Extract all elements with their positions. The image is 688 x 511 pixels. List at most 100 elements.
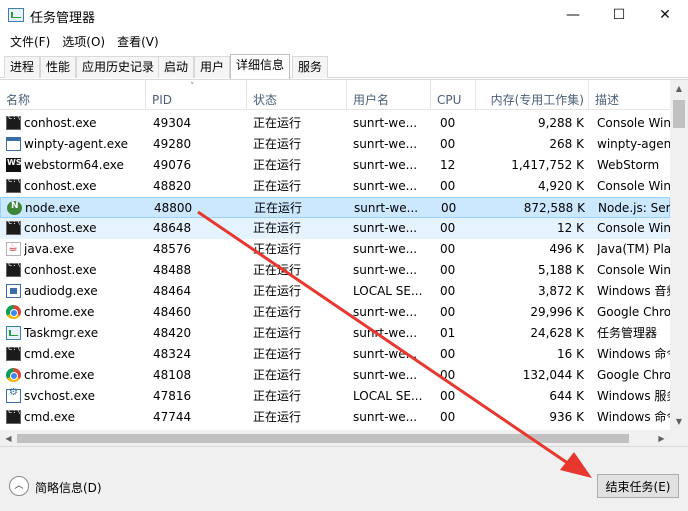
scroll-left-icon[interactable]: ◀ <box>0 430 17 446</box>
cell-pid: 48820 <box>153 179 192 193</box>
cell-pid: 48460 <box>153 305 192 319</box>
tab-users[interactable]: 用户 <box>194 56 231 78</box>
table-row[interactable]: java.exe 48576 正在运行 sunrt-we... 00 496 K Java(… <box>0 239 670 260</box>
table-row[interactable]: conhost.exe 49304 正在运行 sunrt-we... 00 9,288 K… <box>0 113 670 134</box>
horizontal-scroll-thumb[interactable] <box>17 434 629 443</box>
chrome-icon <box>6 305 21 319</box>
cell-status: 正在运行 <box>253 389 302 403</box>
horizontal-scrollbar[interactable]: ◀ ▶ <box>0 430 670 446</box>
cell-name: cmd.exe <box>24 410 76 424</box>
table-row[interactable]: conhost.exe 48488 正在运行 sunrt-we... 00 5,188 K… <box>0 260 670 281</box>
cell-memory: 268 K <box>549 137 584 151</box>
cell-user: LOCAL SE... <box>353 284 423 298</box>
tab-app-history[interactable]: 应用历史记录 <box>76 56 161 78</box>
menu-file[interactable]: 文件(F) <box>4 33 56 50</box>
menu-options[interactable]: 选项(O) <box>56 33 111 50</box>
collapse-chevron-icon[interactable]: ︿ <box>9 476 29 496</box>
tab-services[interactable]: 服务 <box>292 56 329 78</box>
column-header-cpu[interactable]: CPU <box>431 80 476 110</box>
cell-memory: 9,288 K <box>537 116 584 130</box>
cell-name: svchost.exe <box>24 389 95 403</box>
cell-name: java.exe <box>24 242 75 256</box>
cell-desc: Google Chro <box>597 368 670 382</box>
cell-cpu: 00 <box>440 284 456 298</box>
cell-status: 正在运行 <box>253 158 302 172</box>
cell-user: sunrt-we... <box>353 137 418 151</box>
cell-status: 正在运行 <box>253 137 302 151</box>
table-row[interactable]: cmd.exe 47744 正在运行 sunrt-we... 00 936 K Window… <box>0 407 670 428</box>
table-row[interactable]: audiodg.exe 48464 正在运行 LOCAL SE... 00 3,872 K… <box>0 281 670 302</box>
service-icon <box>6 387 21 403</box>
cell-desc: Console Win <box>597 179 670 193</box>
maximize-button[interactable]: ☐ <box>596 0 642 30</box>
cell-pid: 47816 <box>153 389 192 403</box>
cell-memory: 16 K <box>557 347 584 361</box>
scroll-up-icon[interactable]: ▲ <box>670 80 688 97</box>
webstorm-icon <box>6 158 22 172</box>
tab-performance[interactable]: 性能 <box>40 56 77 78</box>
cell-user: sunrt-we... <box>353 116 418 130</box>
menu-view[interactable]: 查看(V) <box>111 33 165 50</box>
cell-pid: 48420 <box>153 326 192 340</box>
cell-name: Taskmgr.exe <box>24 326 99 340</box>
column-header-name[interactable]: 名称 <box>0 80 146 110</box>
minimize-button[interactable]: — <box>550 0 596 30</box>
table-row[interactable]: cmd.exe 48324 正在运行 sunrt-we... 00 16 K Windows… <box>0 344 670 365</box>
table-row[interactable]: chrome.exe 48460 正在运行 sunrt-we... 00 29,996 K… <box>0 302 670 323</box>
taskmgr-icon <box>6 326 21 340</box>
fewer-details-link[interactable]: 简略信息(D) <box>35 479 102 496</box>
column-header-description[interactable]: 描述 <box>589 80 670 110</box>
table-row[interactable]: Taskmgr.exe 48420 正在运行 sunrt-we... 01 24,628 … <box>0 323 670 344</box>
cell-pid: 48464 <box>153 284 192 298</box>
console-icon <box>6 407 21 424</box>
scroll-right-icon[interactable]: ▶ <box>653 430 670 446</box>
column-header-pid[interactable]: PID <box>146 80 247 110</box>
cell-memory: 24,628 K <box>530 326 584 340</box>
cell-pid: 48800 <box>154 201 193 215</box>
window-title: 任务管理器 <box>30 11 96 26</box>
details-table: 名称 PID ˅ 状态 用户名 CPU 内存(专用工作集) 描述 conhost… <box>0 79 688 446</box>
cell-name: cmd.exe <box>24 347 76 361</box>
cell-name: conhost.exe <box>24 179 97 193</box>
column-header-username[interactable]: 用户名 <box>347 80 431 110</box>
task-manager-icon <box>8 8 24 22</box>
tab-startup[interactable]: 启动 <box>158 56 195 78</box>
cell-cpu: 00 <box>440 410 456 424</box>
table-row[interactable]: node.exe 48800 正在运行 sunrt-we... 00 872,588 K N… <box>0 197 671 218</box>
tab-details[interactable]: 详细信息 <box>230 54 291 79</box>
cell-memory: 5,188 K <box>537 263 584 277</box>
cell-status: 正在运行 <box>253 305 302 319</box>
cell-user: sunrt-we... <box>353 263 418 277</box>
column-header-status[interactable]: 状态 <box>247 80 347 110</box>
cell-desc: Windows 服务 <box>597 389 670 403</box>
cell-desc: Windows 音频 <box>597 284 670 298</box>
table-row[interactable]: conhost.exe 48820 正在运行 sunrt-we... 00 4,920 K… <box>0 176 670 197</box>
cell-user: sunrt-we... <box>353 179 418 193</box>
cell-memory: 1,417,752 K <box>511 158 584 172</box>
end-task-button[interactable]: 结束任务(E) <box>597 474 679 498</box>
table-row[interactable]: svchost.exe 47816 正在运行 LOCAL SE... 00 644 K Wi… <box>0 386 670 407</box>
audio-icon <box>6 284 21 298</box>
table-row[interactable]: winpty-agent.exe 49280 正在运行 sunrt-we... 00 26… <box>0 134 670 155</box>
cell-status: 正在运行 <box>253 347 302 361</box>
vertical-scroll-thumb[interactable] <box>673 100 685 128</box>
console-icon <box>6 218 21 235</box>
cell-status: 正在运行 <box>253 221 302 235</box>
tab-processes[interactable]: 进程 <box>4 56 41 78</box>
vertical-scrollbar[interactable]: ▲ ▼ <box>670 80 688 446</box>
cell-desc: WebStorm <box>597 158 660 172</box>
table-row[interactable]: webstorm64.exe 49076 正在运行 sunrt-we... 12 1,41… <box>0 155 670 176</box>
cell-name: winpty-agent.exe <box>24 137 129 151</box>
cell-pid: 48648 <box>153 221 192 235</box>
cell-pid: 47744 <box>153 410 192 424</box>
cell-status: 正在运行 <box>253 179 302 193</box>
cell-user: sunrt-we... <box>353 305 418 319</box>
cell-pid: 49076 <box>153 158 192 172</box>
column-header-memory[interactable]: 内存(专用工作集) <box>476 80 589 110</box>
table-row[interactable]: conhost.exe 48648 正在运行 sunrt-we... 00 12 K Con… <box>0 218 670 239</box>
close-button[interactable]: ✕ <box>642 0 688 30</box>
cell-name: conhost.exe <box>24 221 97 235</box>
console-icon <box>6 113 21 130</box>
scroll-down-icon[interactable]: ▼ <box>670 413 688 430</box>
table-row[interactable]: chrome.exe 48108 正在运行 sunrt-we... 00 132,044 … <box>0 365 670 386</box>
